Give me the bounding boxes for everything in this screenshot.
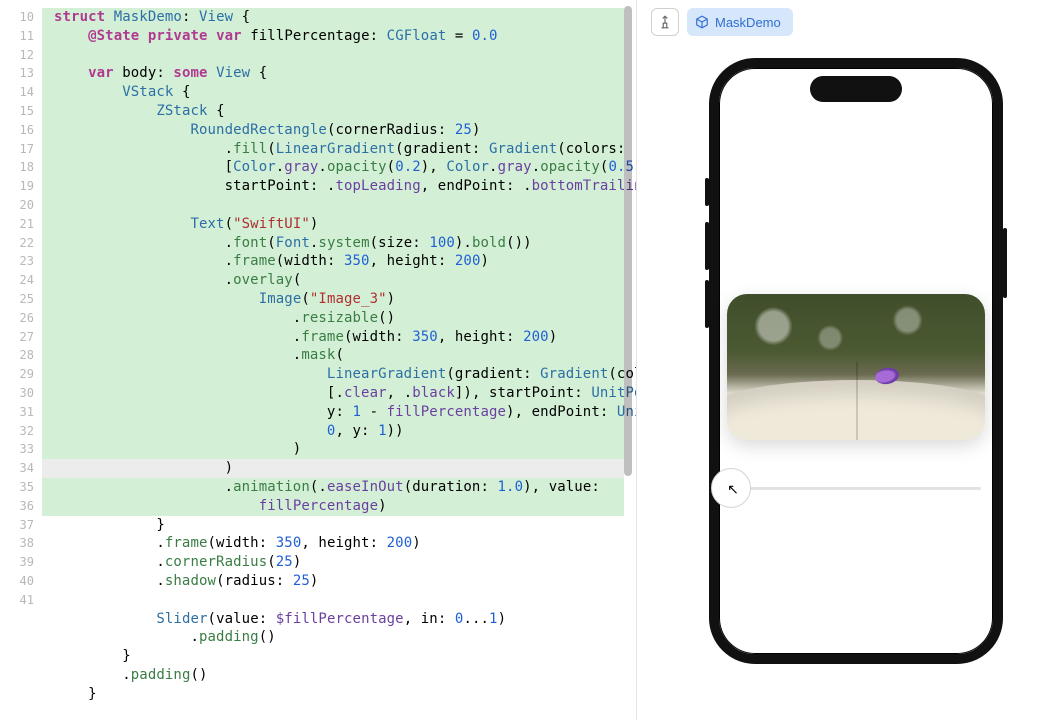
line-number: 16 bbox=[0, 121, 42, 140]
code-line[interactable]: .frame(width: 350, height: 200) bbox=[42, 534, 624, 553]
code-line[interactable]: [.clear, .black]), startPoint: UnitPoint… bbox=[42, 384, 624, 403]
code-line[interactable] bbox=[42, 46, 624, 65]
line-number: 13 bbox=[0, 64, 42, 83]
code-line[interactable]: .mask( bbox=[42, 346, 624, 365]
side-button bbox=[705, 222, 709, 270]
line-number: 14 bbox=[0, 83, 42, 102]
code-line[interactable]: .font(Font.system(size: 100).bold()) bbox=[42, 234, 624, 253]
code-line[interactable]: ) bbox=[42, 459, 624, 478]
slider-track[interactable]: ↖ bbox=[731, 487, 981, 490]
code-area[interactable]: struct MaskDemo: View { @State private v… bbox=[42, 0, 624, 720]
line-number: 18 bbox=[0, 158, 42, 177]
line-number: 40 bbox=[0, 572, 42, 591]
line-number: 29 bbox=[0, 365, 42, 384]
code-line[interactable]: Text("SwiftUI") bbox=[42, 215, 624, 234]
code-line[interactable]: ) bbox=[42, 440, 624, 459]
line-number: 28 bbox=[0, 346, 42, 365]
notch bbox=[810, 76, 902, 102]
line-number: 30 bbox=[0, 384, 42, 403]
line-number: 11 bbox=[0, 27, 42, 46]
book-spine bbox=[856, 362, 858, 440]
code-line[interactable]: .padding() bbox=[42, 628, 624, 647]
line-number: 17 bbox=[0, 140, 42, 159]
line-number: 37 bbox=[0, 516, 42, 535]
code-line[interactable]: fillPercentage) bbox=[42, 497, 624, 516]
line-number: 41 bbox=[0, 591, 42, 610]
line-number: 26 bbox=[0, 309, 42, 328]
line-number: 23 bbox=[0, 252, 42, 271]
preview-target-label: MaskDemo bbox=[715, 15, 781, 30]
side-button bbox=[1003, 228, 1007, 298]
line-number: 34 bbox=[0, 459, 42, 478]
line-number: 19 bbox=[0, 177, 42, 196]
code-line[interactable]: .cornerRadius(25) bbox=[42, 553, 624, 572]
line-number: 33 bbox=[0, 440, 42, 459]
code-line[interactable]: var body: some View { bbox=[42, 64, 624, 83]
code-line[interactable]: startPoint: .topLeading, endPoint: .bott… bbox=[42, 177, 624, 196]
line-number: 38 bbox=[0, 534, 42, 553]
code-line[interactable] bbox=[42, 196, 624, 215]
code-line[interactable]: .animation(.easeInOut(duration: 1.0), va… bbox=[42, 478, 624, 497]
code-line[interactable]: } bbox=[42, 516, 624, 535]
line-number: 20 bbox=[0, 196, 42, 215]
line-number: 15 bbox=[0, 102, 42, 121]
editor-scrollbar[interactable] bbox=[624, 6, 632, 476]
line-number: 35 bbox=[0, 478, 42, 497]
code-line[interactable] bbox=[42, 703, 624, 720]
cursor-icon: ↖ bbox=[727, 481, 739, 498]
code-line[interactable]: RoundedRectangle(cornerRadius: 25) bbox=[42, 121, 624, 140]
line-number-gutter: 1011121314151617181920212223242526272829… bbox=[0, 0, 42, 720]
side-button bbox=[705, 178, 709, 206]
code-line[interactable] bbox=[42, 591, 624, 610]
code-line[interactable]: LinearGradient(gradient: Gradient(colors… bbox=[42, 365, 624, 384]
side-button bbox=[705, 280, 709, 328]
code-line[interactable]: .resizable() bbox=[42, 309, 624, 328]
code-line[interactable]: .frame(width: 350, height: 200) bbox=[42, 328, 624, 347]
code-line[interactable]: struct MaskDemo: View { bbox=[42, 8, 624, 27]
code-line[interactable]: y: 1 - fillPercentage), endPoint: UnitPo… bbox=[42, 403, 624, 422]
line-number: 22 bbox=[0, 234, 42, 253]
pin-icon bbox=[658, 15, 672, 29]
code-editor[interactable]: 1011121314151617181920212223242526272829… bbox=[0, 0, 636, 720]
line-number: 12 bbox=[0, 46, 42, 65]
code-line[interactable]: [Color.gray.opacity(0.2), Color.gray.opa… bbox=[42, 158, 624, 177]
line-number: 39 bbox=[0, 553, 42, 572]
line-number: 27 bbox=[0, 328, 42, 347]
code-line[interactable]: } bbox=[42, 647, 624, 666]
iphone-device-frame: ↖ bbox=[709, 58, 1003, 664]
code-line[interactable]: 0, y: 1)) bbox=[42, 422, 624, 441]
code-line[interactable]: VStack { bbox=[42, 83, 624, 102]
code-line[interactable]: ZStack { bbox=[42, 102, 624, 121]
code-line[interactable]: .shadow(radius: 25) bbox=[42, 572, 624, 591]
line-number: 25 bbox=[0, 290, 42, 309]
line-number: 36 bbox=[0, 497, 42, 516]
code-line[interactable]: Slider(value: $fillPercentage, in: 0...1… bbox=[42, 610, 624, 629]
slider-thumb[interactable]: ↖ bbox=[711, 468, 751, 508]
preview-toolbar: MaskDemo bbox=[651, 8, 793, 36]
line-number: 24 bbox=[0, 271, 42, 290]
pin-button[interactable] bbox=[651, 8, 679, 36]
code-line[interactable]: .overlay( bbox=[42, 271, 624, 290]
code-line[interactable]: Image("Image_3") bbox=[42, 290, 624, 309]
code-line[interactable]: .frame(width: 350, height: 200) bbox=[42, 252, 624, 271]
line-number: 21 bbox=[0, 215, 42, 234]
line-number: 10 bbox=[0, 8, 42, 27]
preview-pane: MaskDemo ↖ bbox=[636, 0, 1060, 720]
cube-icon bbox=[695, 15, 709, 29]
code-line[interactable]: .padding() bbox=[42, 666, 624, 685]
masked-image-card bbox=[727, 294, 985, 440]
code-line[interactable]: @State private var fillPercentage: CGFlo… bbox=[42, 27, 624, 46]
code-line[interactable]: .fill(LinearGradient(gradient: Gradient(… bbox=[42, 140, 624, 159]
line-number: 31 bbox=[0, 403, 42, 422]
code-line[interactable]: } bbox=[42, 685, 624, 704]
workspace: 1011121314151617181920212223242526272829… bbox=[0, 0, 1060, 720]
line-number: 32 bbox=[0, 422, 42, 441]
slider[interactable]: ↖ bbox=[731, 468, 981, 508]
preview-target-chip[interactable]: MaskDemo bbox=[687, 8, 793, 36]
